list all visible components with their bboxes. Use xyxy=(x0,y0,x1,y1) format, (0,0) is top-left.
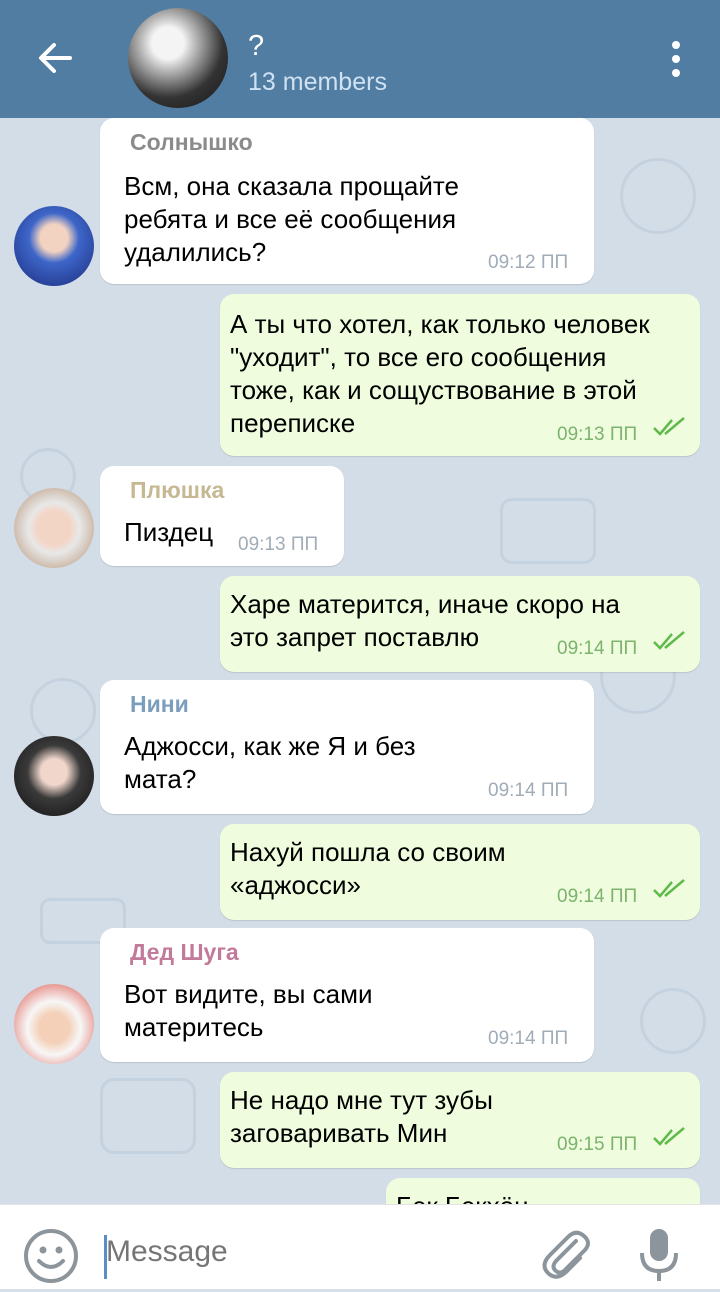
message-bubble[interactable]: А ты что хотел, как только человек "уход… xyxy=(220,294,700,456)
message-time: 09:12 ПП xyxy=(488,252,569,273)
message-time: 09:13 ПП xyxy=(557,424,638,445)
message-text: Аджосси, как же Я и без мата? xyxy=(124,731,416,794)
message-input-bar xyxy=(0,1204,720,1289)
message-time: 09:15 ПП xyxy=(557,1134,638,1155)
member-count[interactable]: 13 members xyxy=(248,68,387,97)
message-bubble[interactable]: Плюшка Пиздец 09:13 ПП xyxy=(100,466,344,566)
read-ticks-icon xyxy=(653,631,685,650)
message-bubble[interactable]: Не надо мне тут зубы заговаривать Мин 09… xyxy=(220,1072,700,1168)
avatar[interactable] xyxy=(14,736,94,816)
message-time: 09:14 ПП xyxy=(557,638,638,659)
message-time: 09:14 ПП xyxy=(488,1028,569,1049)
message-bubble[interactable]: Нахуй пошла со своим «аджосси» 09:14 ПП xyxy=(220,824,700,920)
message-text: Не надо мне тут зубы заговаривать Мин xyxy=(230,1085,493,1148)
read-ticks-icon xyxy=(653,879,685,898)
sender-name: Солнышко xyxy=(130,129,253,155)
sender-name: Нини xyxy=(130,691,189,717)
read-ticks-icon xyxy=(653,1127,685,1146)
emoji-icon[interactable] xyxy=(22,1227,80,1285)
message-time: 09:13 ПП xyxy=(238,534,319,555)
message-text: Всм, она сказала прощайте ребята и все е… xyxy=(124,171,459,267)
chat-title[interactable]: ? xyxy=(248,30,264,63)
group-avatar[interactable] xyxy=(128,8,228,108)
read-ticks-icon xyxy=(653,417,685,436)
message-bubble[interactable]: Дед Шуга Вот видите, вы сами материтесь … xyxy=(100,928,594,1062)
message-bubble[interactable]: Солнышко Всм, она сказала прощайте ребят… xyxy=(100,118,594,284)
message-time: 09:14 ПП xyxy=(557,886,638,907)
attach-icon[interactable] xyxy=(536,1225,596,1285)
avatar[interactable] xyxy=(14,488,94,568)
sender-name: Плюшка xyxy=(130,477,225,503)
message-bubble[interactable]: Нини Аджосси, как же Я и без мата? 09:14… xyxy=(100,680,594,814)
microphone-icon[interactable] xyxy=(630,1223,688,1287)
message-time: 09:14 ПП xyxy=(488,780,569,801)
message-text: Пиздец xyxy=(124,517,214,547)
avatar[interactable] xyxy=(14,984,94,1064)
message-input[interactable] xyxy=(106,1227,516,1277)
sender-name: Дед Шуга xyxy=(130,939,239,965)
more-menu-icon[interactable] xyxy=(660,35,692,85)
chat-header: ? 13 members xyxy=(0,0,720,118)
avatar[interactable] xyxy=(14,206,94,286)
message-text: Вот видите, вы сами материтесь xyxy=(124,979,373,1042)
message-bubble[interactable]: Харе матерится, иначе скоро на это запре… xyxy=(220,576,700,672)
message-text: Нахуй пошла со своим «аджосси» xyxy=(230,837,506,900)
back-arrow-icon[interactable] xyxy=(26,28,86,88)
